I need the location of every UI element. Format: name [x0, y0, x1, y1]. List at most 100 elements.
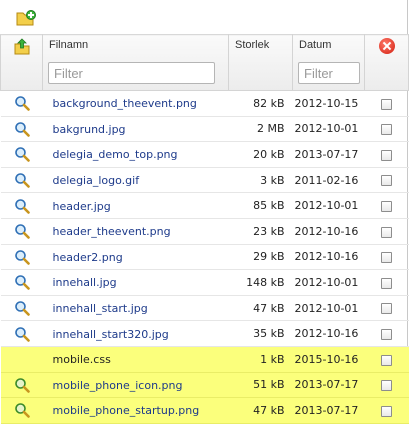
- delete-cell: [364, 141, 409, 168]
- folder-add-icon[interactable]: [16, 9, 36, 27]
- file-name-link[interactable]: delegia_logo.gif: [43, 174, 140, 187]
- delete-checkbox[interactable]: [381, 149, 392, 161]
- date-column-label: Datum: [299, 39, 332, 51]
- delete-checkbox[interactable]: [381, 405, 392, 417]
- file-name: mobile.css: [52, 353, 111, 367]
- delete-cell: [364, 397, 409, 424]
- file-name-link[interactable]: header2.png: [43, 251, 123, 264]
- folder-up-icon[interactable]: [13, 38, 31, 56]
- delete-checkbox[interactable]: [381, 354, 392, 366]
- preview-cell: [0, 141, 43, 168]
- magnifier-icon[interactable]: [14, 274, 30, 291]
- delete-checkbox[interactable]: [381, 124, 392, 136]
- file-size: 35 kB: [228, 320, 293, 347]
- table-row: header.jpg 85 kB 2012-10-01: [0, 192, 409, 219]
- delete-checkbox[interactable]: [381, 303, 392, 315]
- file-size: 148 kB: [228, 269, 293, 296]
- delete-checkbox[interactable]: [381, 201, 392, 212]
- delete-cell: [364, 116, 409, 143]
- delete-checkbox[interactable]: [381, 328, 392, 340]
- magnifier-icon[interactable]: [14, 377, 30, 393]
- delete-icon[interactable]: [378, 38, 395, 54]
- preview-cell: [0, 167, 43, 194]
- file-size: 29 kB: [228, 244, 293, 271]
- magnifier-icon[interactable]: [14, 326, 30, 342]
- table-row: delegia_logo.gif 3 kB 2011-02-16: [0, 167, 409, 194]
- delete-cell: [364, 372, 409, 399]
- magnifier-icon[interactable]: [14, 198, 30, 214]
- table-row: innehall_start320.jpg 35 kB 2012-10-16: [0, 320, 409, 347]
- file-name-link[interactable]: innehall_start.jpg: [43, 302, 148, 315]
- file-name-link[interactable]: delegia_demo_top.png: [43, 148, 178, 161]
- file-name-link[interactable]: bakgrund.jpg: [43, 123, 126, 136]
- preview-cell: [0, 397, 43, 424]
- delete-cell: [364, 167, 409, 194]
- date-filter-input[interactable]: [298, 62, 360, 84]
- name-cell: innehall_start.jpg: [42, 295, 229, 322]
- file-size: 3 kB: [228, 167, 293, 194]
- name-cell: header.jpg: [42, 192, 229, 219]
- column-header-date: Datum: [292, 34, 365, 91]
- file-name-link[interactable]: mobile_phone_startup.png: [43, 404, 200, 417]
- file-size: 47 kB: [228, 397, 293, 424]
- file-size: 20 kB: [228, 141, 293, 168]
- file-name-link[interactable]: mobile_phone_icon.png: [43, 379, 183, 392]
- delete-cell: [364, 90, 409, 117]
- column-header-delete: [364, 34, 409, 91]
- preview-cell: [0, 320, 43, 347]
- file-name-link[interactable]: header_theevent.png: [43, 225, 171, 238]
- delete-checkbox[interactable]: [381, 380, 392, 392]
- file-name-link[interactable]: innehall.jpg: [43, 276, 117, 289]
- name-cell: innehall_start320.jpg: [42, 320, 229, 347]
- file-size: 1 kB: [228, 346, 293, 373]
- file-date: 2013-07-17: [292, 372, 365, 399]
- delete-cell: [364, 192, 409, 219]
- delete-cell: [364, 346, 409, 373]
- name-cell: bakgrund.jpg: [42, 116, 229, 143]
- file-date: 2013-07-17: [292, 397, 365, 424]
- preview-cell: [0, 116, 43, 143]
- name-cell: header_theevent.png: [42, 218, 229, 245]
- file-date: 2012-10-01: [292, 295, 365, 322]
- delete-cell: [364, 244, 409, 271]
- table-row: delegia_demo_top.png 20 kB 2013-07-17: [0, 141, 409, 168]
- table-row: innehall.jpg 148 kB 2012-10-01: [0, 269, 409, 296]
- magnifier-icon[interactable]: [14, 300, 30, 316]
- delete-checkbox[interactable]: [381, 98, 392, 110]
- preview-cell: [0, 269, 43, 296]
- name-cell: mobile_phone_startup.png: [42, 397, 229, 424]
- file-name-link[interactable]: innehall_start320.jpg: [43, 328, 169, 341]
- file-date: 2012-10-01: [292, 269, 365, 296]
- file-size: 82 kB: [228, 90, 293, 117]
- delete-cell: [364, 295, 409, 322]
- magnifier-icon[interactable]: [14, 249, 30, 265]
- name-cell: mobile.css: [42, 346, 229, 373]
- file-browser: Filnamn Storlek Datum background_theeven…: [0, 0, 409, 424]
- name-filter-input[interactable]: [48, 62, 215, 84]
- delete-checkbox[interactable]: [381, 175, 392, 187]
- file-date: 2012-10-16: [292, 218, 365, 245]
- preview-cell: [0, 244, 43, 271]
- delete-checkbox[interactable]: [381, 252, 392, 264]
- magnifier-icon[interactable]: [14, 121, 30, 137]
- magnifier-icon[interactable]: [14, 223, 30, 240]
- column-header-icon: [0, 34, 43, 91]
- magnifier-icon[interactable]: [14, 95, 30, 112]
- size-column-label: Storlek: [235, 39, 270, 51]
- file-date: 2011-02-16: [292, 167, 365, 194]
- delete-cell: [364, 269, 409, 296]
- delete-checkbox[interactable]: [381, 226, 392, 238]
- magnifier-icon[interactable]: [14, 402, 30, 419]
- name-cell: innehall.jpg: [42, 269, 229, 296]
- table-row: mobile_phone_startup.png 47 kB 2013-07-17: [0, 397, 409, 424]
- file-date: 2012-10-01: [292, 192, 365, 219]
- table-header: Filnamn Storlek Datum: [0, 34, 409, 91]
- magnifier-icon[interactable]: [14, 146, 30, 163]
- delete-checkbox[interactable]: [381, 277, 392, 289]
- magnifier-icon[interactable]: [14, 172, 30, 188]
- file-date: 2012-10-16: [292, 244, 365, 271]
- file-name-link[interactable]: background_theevent.png: [43, 97, 197, 110]
- file-name-link[interactable]: header.jpg: [43, 200, 111, 213]
- preview-cell: [0, 372, 43, 399]
- table-row: mobile_phone_icon.png 51 kB 2013-07-17: [0, 372, 409, 399]
